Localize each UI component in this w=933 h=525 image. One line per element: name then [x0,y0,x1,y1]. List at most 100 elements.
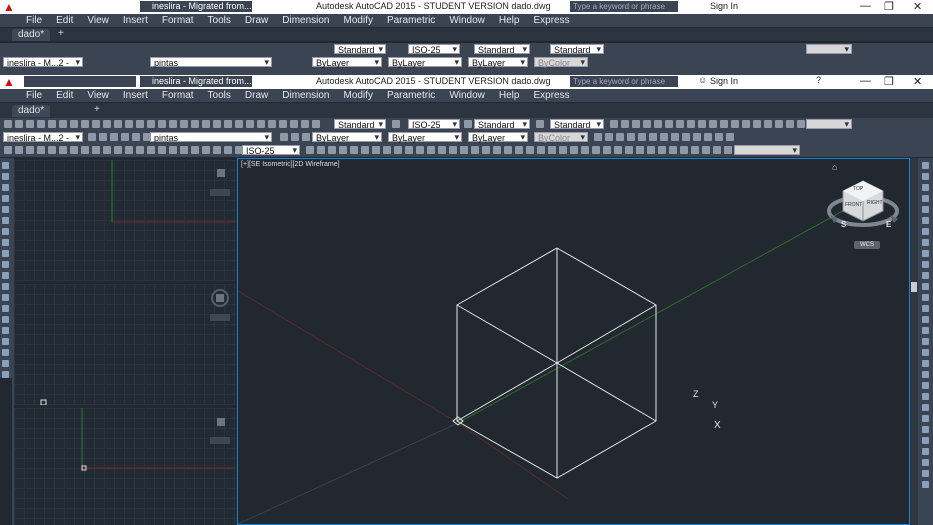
table-style-dropdown[interactable]: Standard [474,119,530,130]
palette-icon[interactable] [2,327,9,334]
toolbar-icon[interactable] [136,120,144,128]
toolbar-icon[interactable] [4,120,12,128]
close-icon[interactable]: ✕ [913,75,922,88]
toolbar-icon[interactable] [614,146,622,154]
toolbar-icon[interactable] [350,146,358,154]
toolbar-icon[interactable] [775,120,783,128]
toolbar-icon[interactable] [361,146,369,154]
toolbar-icon[interactable] [627,133,635,141]
palette-icon[interactable] [922,415,929,422]
toolbar-icon[interactable] [246,120,254,128]
menu-help[interactable]: Help [499,89,520,102]
toolbar-icon[interactable] [687,120,695,128]
toolbar-icon[interactable] [383,146,391,154]
toolbar-icon[interactable] [632,120,640,128]
toolbar-icon[interactable] [26,120,34,128]
toolbar-icon[interactable] [306,146,314,154]
toolbar-icon[interactable] [169,120,177,128]
palette-icon[interactable] [2,162,9,169]
toolbar-icon[interactable] [636,146,644,154]
toolbar-icon[interactable] [191,146,199,154]
palette-icon[interactable] [922,470,929,477]
toolbar-icon[interactable] [548,146,556,154]
palette-icon[interactable] [922,316,929,323]
workspace-dropdown[interactable]: ineslira - Migrated from... [140,76,252,87]
palette-icon[interactable] [922,217,929,224]
menu-tools[interactable]: Tools [208,89,231,102]
toolbar-icon[interactable] [59,120,67,128]
toolbar-icon[interactable] [610,120,618,128]
viewport-bottom-left[interactable] [14,408,236,525]
menu-format[interactable]: Format [162,14,194,27]
toolbar-icon[interactable] [4,146,12,154]
toolbar-icon[interactable] [92,146,100,154]
menu-format[interactable]: Format [162,89,194,102]
toolbar-icon[interactable] [676,120,684,128]
sign-in-back[interactable]: Sign In [710,1,738,11]
toolbar-icon[interactable] [15,146,23,154]
palette-icon[interactable] [922,426,929,433]
compass-east[interactable]: E [886,220,891,229]
layer-state-dropdown[interactable]: ineslira - M...2 - Englis [3,132,83,153]
viewcube-front-face[interactable]: FRONT [845,202,862,208]
user-icon[interactable]: ☺ [698,75,707,85]
lineweight-dropdown[interactable]: ByLayer [468,132,528,143]
toolbar-icon[interactable] [559,146,567,154]
toolbar-icon[interactable] [570,146,578,154]
menu-file[interactable]: File [26,14,42,27]
toolbar-icon[interactable] [449,146,457,154]
toolbar-icon[interactable] [26,146,34,154]
palette-icon[interactable] [922,360,929,367]
palette-icon[interactable] [922,338,929,345]
toolbar-icon[interactable] [301,120,309,128]
toolbar-icon[interactable] [280,133,288,141]
restore-icon[interactable]: ❐ [884,75,894,88]
toolbar-icon[interactable] [59,146,67,154]
palette-icon[interactable] [2,217,9,224]
palette-icon[interactable] [922,283,929,290]
menu-modify[interactable]: Modify [344,14,373,27]
sign-in-link[interactable]: Sign In [710,76,738,86]
toolbar-icon[interactable] [460,146,468,154]
palette-icon[interactable] [922,261,929,268]
palette-icon[interactable] [922,437,929,444]
toolbar-icon[interactable] [136,146,144,154]
toolbar-icon[interactable] [70,120,78,128]
menu-insert[interactable]: Insert [123,89,148,102]
toolbar-icon[interactable] [143,133,151,141]
toolbar-icon[interactable] [121,133,129,141]
ucs-dropdown[interactable] [734,145,800,155]
dim-style-dropdown-back[interactable]: ISO-25 [408,44,460,55]
toolbar-icon[interactable] [592,146,600,154]
toolbar-icon[interactable] [616,133,624,141]
palette-icon[interactable] [2,195,9,202]
menu-parametric[interactable]: Parametric [387,14,435,27]
linetype-dropdown[interactable]: ByLayer [388,132,462,143]
toolbar-icon[interactable] [643,120,651,128]
palette-icon[interactable] [922,305,929,312]
palette-icon[interactable] [2,360,9,367]
new-tab-icon[interactable]: + [94,104,100,115]
toolbar-icon[interactable] [48,120,56,128]
toolbar-icon[interactable] [704,133,712,141]
toolbar-icon[interactable] [125,146,133,154]
toolbar-icon[interactable] [537,146,545,154]
toolbar-icon[interactable] [81,120,89,128]
toolbar-icon[interactable] [464,120,472,128]
layer-dropdown[interactable]: pintas [150,132,272,143]
toolbar-icon[interactable] [268,120,276,128]
menu-edit[interactable]: Edit [56,14,73,27]
palette-icon[interactable] [922,481,929,488]
toolbar-icon[interactable] [709,120,717,128]
toolbar-icon[interactable] [290,120,298,128]
toolbar-icon[interactable] [317,146,325,154]
toolbar-icon[interactable] [764,120,772,128]
toolbar-icon[interactable] [37,120,45,128]
viewcube-right-face[interactable]: RIGHT [867,200,883,206]
palette-icon[interactable] [2,305,9,312]
toolbar-icon[interactable] [70,146,78,154]
toolbar-icon[interactable] [257,120,265,128]
menu-edit[interactable]: Edit [56,89,73,102]
palette-icon[interactable] [2,283,9,290]
vertical-scrollbar[interactable] [910,158,918,525]
